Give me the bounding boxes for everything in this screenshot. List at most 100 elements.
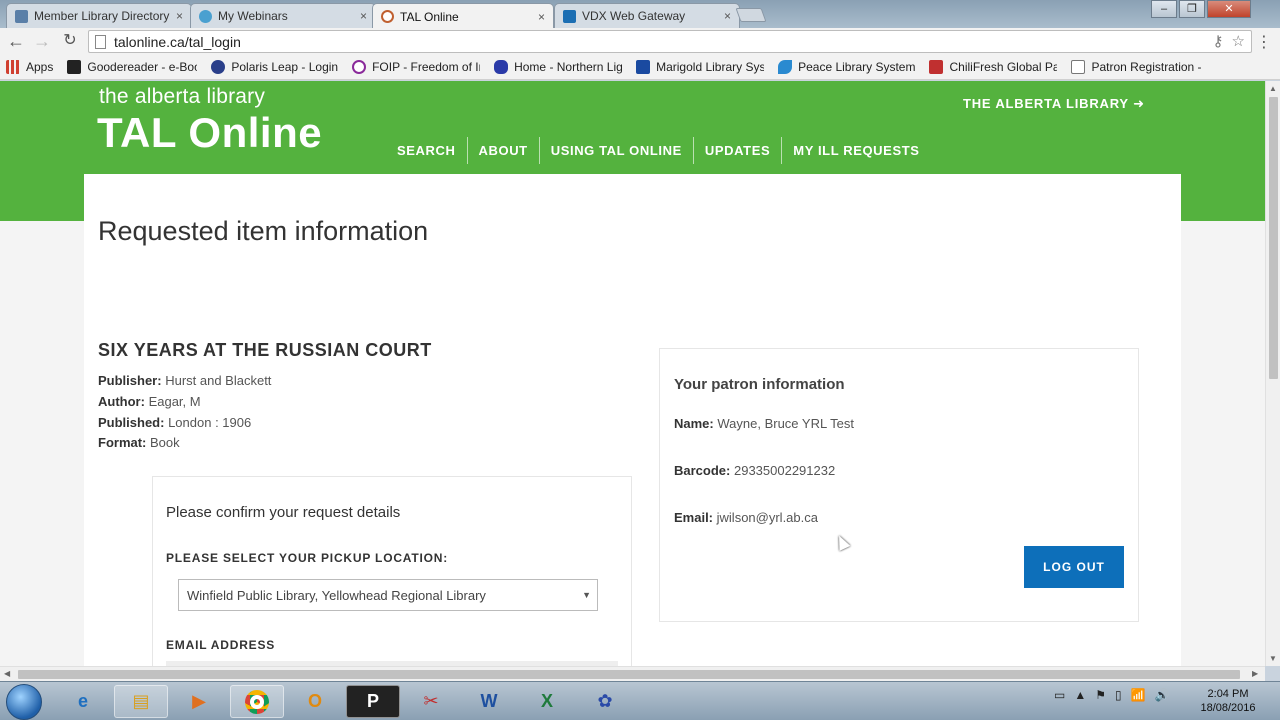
outlook-icon[interactable]: O <box>288 685 342 718</box>
address-bar[interactable]: talonline.ca/tal_login ⚷ ☆ <box>88 30 1252 53</box>
marigold-icon <box>636 60 651 74</box>
bookmark-northern-lights[interactable]: Home - Northern Ligh <box>494 60 622 74</box>
page-icon <box>95 34 106 49</box>
book-title: SIX YEARS AT THE RUSSIAN COURT <box>98 340 432 360</box>
publisher-icon[interactable]: P <box>346 685 400 718</box>
start-button[interactable] <box>6 684 42 720</box>
bookmark-label: Patron Registration - <box>1091 60 1202 74</box>
confirm-heading: Please confirm your request details <box>166 504 401 521</box>
restore-button[interactable]: ❐ <box>1179 0 1205 18</box>
author-value: Eagar, M <box>148 394 201 409</box>
bookmark-label: Goodereader - e-Boo <box>87 60 198 74</box>
menu-icon[interactable]: ⋮ <box>1256 32 1272 52</box>
key-icon[interactable]: ⚷ <box>1213 32 1224 50</box>
file-explorer-icon[interactable]: ▤ <box>114 685 168 718</box>
snipping-tool-icon[interactable]: ✂ <box>404 685 458 718</box>
bookmark-chilifresh[interactable]: ChiliFresh Global Patr <box>929 60 1057 74</box>
publisher-value: Hurst and Blackett <box>165 373 272 388</box>
tal-online-icon <box>381 10 394 23</box>
chrome-icon[interactable] <box>230 685 284 718</box>
horizontal-scroll-thumb[interactable] <box>18 670 1240 679</box>
media-player-icon[interactable]: ▶ <box>172 685 226 718</box>
webinars-icon <box>199 9 212 23</box>
peace-library-icon <box>778 60 793 74</box>
app-flower-icon[interactable]: ✿ <box>578 685 632 718</box>
library-directory-icon <box>15 9 28 23</box>
bookmark-goodereader[interactable]: Goodereader - e-Boo <box>67 60 197 74</box>
vertical-scroll-thumb[interactable] <box>1269 97 1278 379</box>
published-label: Published: <box>98 415 165 430</box>
word-icon[interactable]: W <box>462 685 516 718</box>
format-label: Format: <box>98 435 147 450</box>
name-value: Wayne, Bruce YRL Test <box>717 416 854 431</box>
bookmark-foip[interactable]: FOIP - Freedom of Inf <box>352 60 480 74</box>
scroll-up-icon[interactable]: ▲ <box>1269 84 1277 93</box>
nav-search[interactable]: SEARCH <box>386 137 467 164</box>
nav-about[interactable]: ABOUT <box>466 137 539 164</box>
site-logo[interactable]: TAL Online <box>97 109 322 157</box>
keyboard-icon[interactable]: ▭ <box>1054 688 1065 702</box>
scroll-right-icon[interactable]: ▶ <box>1252 669 1258 678</box>
foip-icon <box>352 60 367 74</box>
tab-label: TAL Online <box>400 9 459 24</box>
volume-icon[interactable]: 🔊 <box>1155 688 1170 702</box>
main-nav: SEARCH ABOUT USING TAL ONLINE UPDATES MY… <box>386 137 931 164</box>
bookmark-peace-library[interactable]: Peace Library System <box>778 60 915 74</box>
book-published: Published: London : 1906 <box>98 415 251 430</box>
format-value: Book <box>150 435 180 450</box>
show-hidden-icons-icon[interactable]: ▲ <box>1074 688 1086 702</box>
bookmark-label: Polaris Leap - Login <box>231 60 339 74</box>
email-address-label: EMAIL ADDRESS <box>166 638 276 652</box>
tab-close-icon[interactable]: × <box>538 10 545 24</box>
confirm-request-panel: Please confirm your request details PLEA… <box>152 476 632 666</box>
polaris-icon <box>211 60 226 74</box>
reload-icon[interactable]: ↻ <box>59 31 81 53</box>
tab-vdx-web-gateway[interactable]: VDX Web Gateway × <box>554 3 740 28</box>
horizontal-scrollbar[interactable]: ◀ ▶ <box>0 666 1265 681</box>
log-out-button[interactable]: LOG OUT <box>1024 546 1124 588</box>
bookmark-marigold[interactable]: Marigold Library Syst <box>636 60 764 74</box>
page-title: Requested item information <box>98 216 429 246</box>
bookmark-polaris-leap[interactable]: Polaris Leap - Login <box>211 60 338 74</box>
tab-member-library-directory[interactable]: Member Library Directory × <box>6 3 192 28</box>
bookmark-patron-registration[interactable]: Patron Registration - <box>1071 60 1202 74</box>
alberta-library-link[interactable]: THE ALBERTA LIBRARY ➜ <box>963 96 1145 112</box>
url-text: talonline.ca/tal_login <box>114 33 241 50</box>
system-clock[interactable]: 2:04 PM 18/08/2016 <box>1196 687 1260 715</box>
back-icon[interactable]: ← <box>5 31 27 53</box>
tab-label: VDX Web Gateway <box>582 9 686 23</box>
bookmark-label: Peace Library System <box>798 60 916 74</box>
email-label: Email: <box>674 510 714 525</box>
tab-tal-online[interactable]: TAL Online × <box>372 3 554 29</box>
browser-toolbar: ← → ↻ talonline.ca/tal_login ⚷ ☆ ⋮ <box>0 28 1280 55</box>
forward-icon[interactable]: → <box>31 31 53 53</box>
tab-close-icon[interactable]: × <box>724 9 731 23</box>
bookmark-star-icon[interactable]: ☆ <box>1232 32 1245 50</box>
clock-time: 2:04 PM <box>1207 688 1249 700</box>
tab-close-icon[interactable]: × <box>360 9 367 23</box>
tab-close-icon[interactable]: × <box>176 9 183 23</box>
bookmark-label: FOIP - Freedom of Inf <box>372 60 481 74</box>
pickup-location-select[interactable]: Winfield Public Library, Yellowhead Regi… <box>178 579 598 611</box>
new-tab-button[interactable] <box>735 8 767 22</box>
scroll-down-icon[interactable]: ▼ <box>1269 654 1277 663</box>
scroll-left-icon[interactable]: ◀ <box>4 669 10 678</box>
nav-updates[interactable]: UPDATES <box>692 137 781 164</box>
vertical-scrollbar[interactable]: ▲ ▼ <box>1265 81 1280 666</box>
close-window-button[interactable]: ✕ <box>1207 0 1251 18</box>
nav-using-tal-online[interactable]: USING TAL ONLINE <box>538 137 693 164</box>
nav-my-ill-requests[interactable]: MY ILL REQUESTS <box>781 137 930 164</box>
book-publisher: Publisher: Hurst and Blackett <box>98 373 271 388</box>
internet-explorer-icon[interactable]: e <box>56 685 110 718</box>
minimize-button[interactable]: – <box>1151 0 1177 18</box>
excel-icon[interactable]: X <box>520 685 574 718</box>
tab-my-webinars[interactable]: My Webinars × <box>190 3 376 28</box>
email-value: jwilson@yrl.ab.ca <box>716 510 818 525</box>
barcode-value: 29335002291232 <box>733 463 836 478</box>
battery-icon[interactable]: ▯ <box>1115 688 1122 702</box>
bookmark-apps[interactable]: Apps <box>6 60 53 74</box>
bookmark-label: Home - Northern Ligh <box>514 60 623 74</box>
action-center-icon[interactable]: ⚑ <box>1095 688 1106 702</box>
network-icon[interactable]: 📶 <box>1131 688 1146 702</box>
bookmarks-bar: Apps Goodereader - e-Boo Polaris Leap - … <box>0 55 1280 80</box>
